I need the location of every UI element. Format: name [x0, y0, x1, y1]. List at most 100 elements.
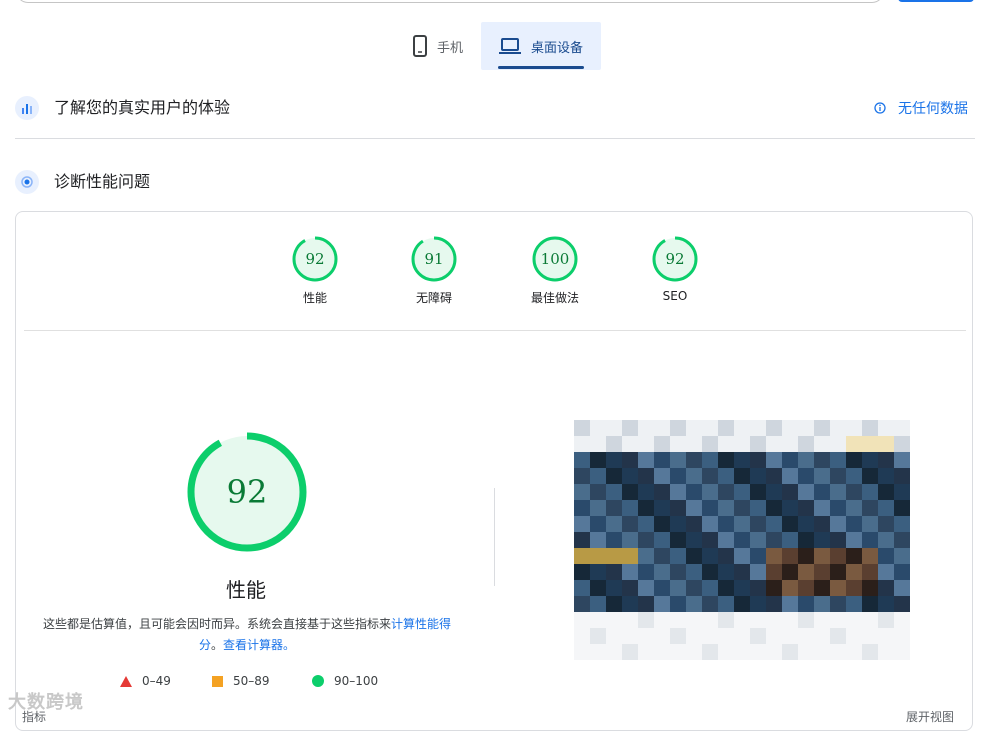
thumbnail-pixel — [782, 628, 798, 644]
thumbnail-pixel — [622, 532, 638, 548]
thumbnail-pixel — [734, 532, 750, 548]
thumbnail-pixel — [766, 548, 782, 564]
thumbnail-pixel — [590, 452, 606, 468]
thumbnail-pixel — [798, 548, 814, 564]
thumbnail-pixel — [782, 548, 798, 564]
thumbnail-pixel — [878, 484, 894, 500]
thumbnail-pixel — [574, 484, 590, 500]
score-value: 100 — [540, 250, 570, 268]
thumbnail-pixel — [878, 644, 894, 660]
thumbnail-pixel — [606, 548, 622, 564]
thumbnail-pixel — [862, 436, 878, 452]
thumbnail-pixel — [798, 612, 814, 628]
thumbnail-pixel — [846, 628, 862, 644]
view-calculator-link[interactable]: 查看计算器。 — [223, 638, 295, 652]
thumbnail-pixel — [782, 564, 798, 580]
score-label: 最佳做法 — [530, 291, 579, 305]
thumbnail-pixel — [654, 548, 670, 564]
thumbnail-pixel — [686, 628, 702, 644]
tab-desktop[interactable]: 桌面设备 — [481, 22, 601, 70]
thumbnail-pixel — [750, 596, 766, 612]
thumbnail-pixel — [686, 484, 702, 500]
thumbnail-pixel — [606, 452, 622, 468]
thumbnail-pixel — [718, 564, 734, 580]
thumbnail-pixel — [670, 468, 686, 484]
thumbnail-pixel — [606, 580, 622, 596]
thumbnail-pixel — [894, 564, 910, 580]
thumbnail-pixel — [734, 436, 750, 452]
thumbnail-pixel — [846, 532, 862, 548]
crux-no-data-status[interactable]: 无任何数据 — [874, 98, 968, 118]
analyze-button[interactable] — [898, 0, 974, 2]
thumbnail-pixel — [750, 500, 766, 516]
tab-mobile[interactable]: 手机 — [396, 22, 480, 70]
thumbnail-pixel — [702, 580, 718, 596]
thumbnail-pixel — [590, 532, 606, 548]
thumbnail-pixel — [702, 612, 718, 628]
thumbnail-pixel — [622, 468, 638, 484]
thumbnail-pixel — [638, 436, 654, 452]
thumbnail-pixel — [654, 580, 670, 596]
thumbnail-pixel — [590, 516, 606, 532]
thumbnail-pixel — [830, 452, 846, 468]
diagnostics-section-title: 诊断性能问题 — [54, 172, 151, 191]
thumbnail-pixel — [718, 452, 734, 468]
thumbnail-pixel — [622, 612, 638, 628]
thumbnail-pixel — [862, 564, 878, 580]
thumbnail-pixel — [846, 612, 862, 628]
thumbnail-pixel — [798, 468, 814, 484]
thumbnail-pixel — [766, 628, 782, 644]
thumbnail-pixel — [766, 452, 782, 468]
thumbnail-pixel — [654, 532, 670, 548]
thumbnail-pixel — [830, 548, 846, 564]
thumbnail-pixel — [622, 516, 638, 532]
thumbnail-pixel — [622, 500, 638, 516]
thumbnail-pixel — [830, 436, 846, 452]
thumbnail-pixel — [622, 452, 638, 468]
page-screenshot-thumbnail[interactable] — [574, 420, 910, 660]
gauge-performance[interactable]: 92 性能 — [280, 235, 350, 306]
thumbnail-pixel — [622, 420, 638, 436]
thumbnail-pixel — [846, 548, 862, 564]
thumbnail-pixel — [654, 516, 670, 532]
thumbnail-pixel — [622, 436, 638, 452]
thumbnail-pixel — [702, 532, 718, 548]
thumbnail-pixel — [830, 420, 846, 436]
thumbnail-pixel — [718, 644, 734, 660]
thumbnail-pixel — [846, 500, 862, 516]
thumbnail-pixel — [606, 484, 622, 500]
thumbnail-pixel — [574, 548, 590, 564]
thumbnail-pixel — [574, 436, 590, 452]
gauge-seo[interactable]: 92 SEO — [640, 235, 710, 303]
thumbnail-pixel — [766, 516, 782, 532]
thumbnail-pixel — [718, 612, 734, 628]
thumbnail-pixel — [638, 596, 654, 612]
thumbnail-pixel — [734, 564, 750, 580]
thumbnail-pixel — [814, 468, 830, 484]
gauge-best-practices[interactable]: 100 最佳做法 — [520, 235, 590, 306]
thumbnail-pixel — [830, 532, 846, 548]
laptop-icon — [498, 38, 521, 54]
thumbnail-pixel — [846, 468, 862, 484]
thumbnail-pixel — [878, 580, 894, 596]
thumbnail-pixel — [814, 516, 830, 532]
thumbnail-pixel — [878, 452, 894, 468]
thumbnail-pixel — [798, 452, 814, 468]
thumbnail-pixel — [574, 628, 590, 644]
expand-view-link[interactable]: 展开视图 — [906, 708, 954, 725]
vertical-divider — [494, 488, 495, 586]
thumbnail-pixel — [718, 436, 734, 452]
url-input[interactable] — [16, 0, 884, 3]
thumbnail-pixel — [734, 612, 750, 628]
score-ring: 91 — [410, 235, 458, 283]
thumbnail-pixel — [814, 500, 830, 516]
thumbnail-pixel — [894, 468, 910, 484]
thumbnail-pixel — [846, 516, 862, 532]
thumbnail-pixel — [878, 596, 894, 612]
thumbnail-pixel — [606, 468, 622, 484]
gauge-accessibility[interactable]: 91 无障碍 — [399, 235, 469, 306]
thumbnail-pixel — [590, 596, 606, 612]
thumbnail-pixel — [798, 484, 814, 500]
thumbnail-pixel — [814, 580, 830, 596]
thumbnail-pixel — [750, 548, 766, 564]
